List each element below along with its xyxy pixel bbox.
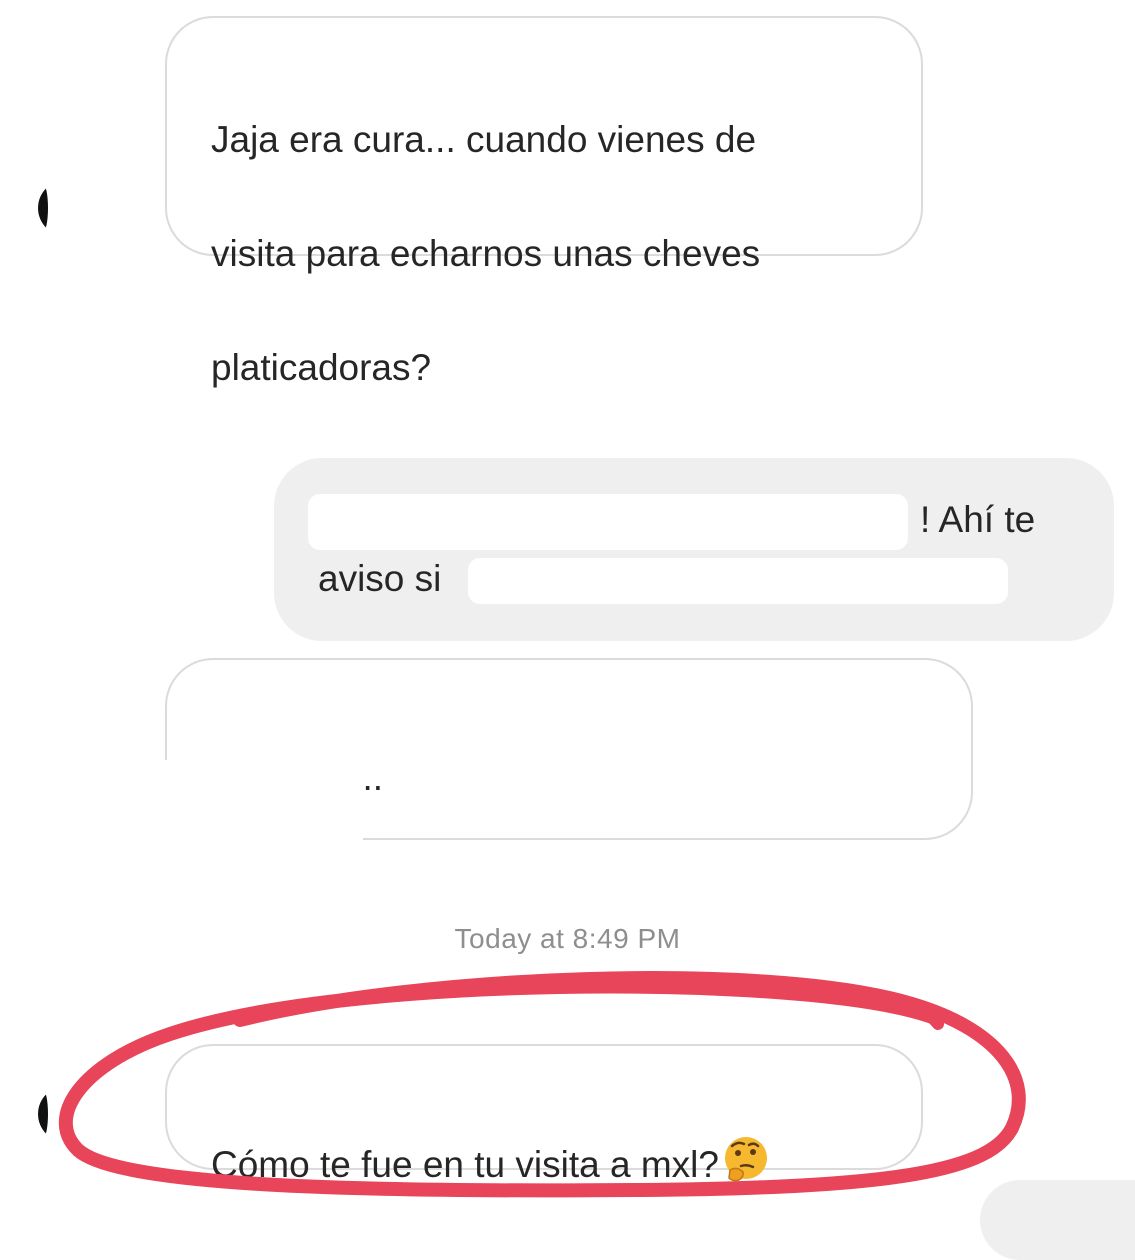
message-timestamp: Today at 8:49 PM	[454, 923, 681, 954]
sender-avatar[interactable]	[38, 180, 94, 236]
message-text: platicadoras?	[211, 347, 432, 388]
sender-avatar[interactable]	[38, 1086, 94, 1142]
thinking-face-icon	[724, 1137, 767, 1182]
redaction-mark	[163, 760, 363, 840]
message-text: Cómo te fue en tu visita a mxl?	[211, 1144, 719, 1185]
sent-message-bubble[interactable]: ! Ahí te aviso si	[274, 458, 1114, 641]
received-message-bubble[interactable]: Ya estas...	[163, 658, 973, 840]
redaction-mark	[468, 558, 1008, 604]
message-text: aviso si	[318, 558, 442, 599]
received-message-bubble[interactable]: Jaja era cura... cuando vienes de visita…	[165, 16, 923, 388]
received-message-bubble[interactable]: Cómo te fue en tu visita a mxl?	[165, 1044, 923, 1185]
message-text: visita para echarnos unas cheves	[211, 233, 761, 274]
next-message-bubble	[980, 1180, 1135, 1260]
message-text: ! Ahí te	[920, 499, 1036, 540]
redaction-mark	[308, 494, 908, 550]
message-text: Jaja era cura... cuando vienes de	[211, 119, 757, 160]
